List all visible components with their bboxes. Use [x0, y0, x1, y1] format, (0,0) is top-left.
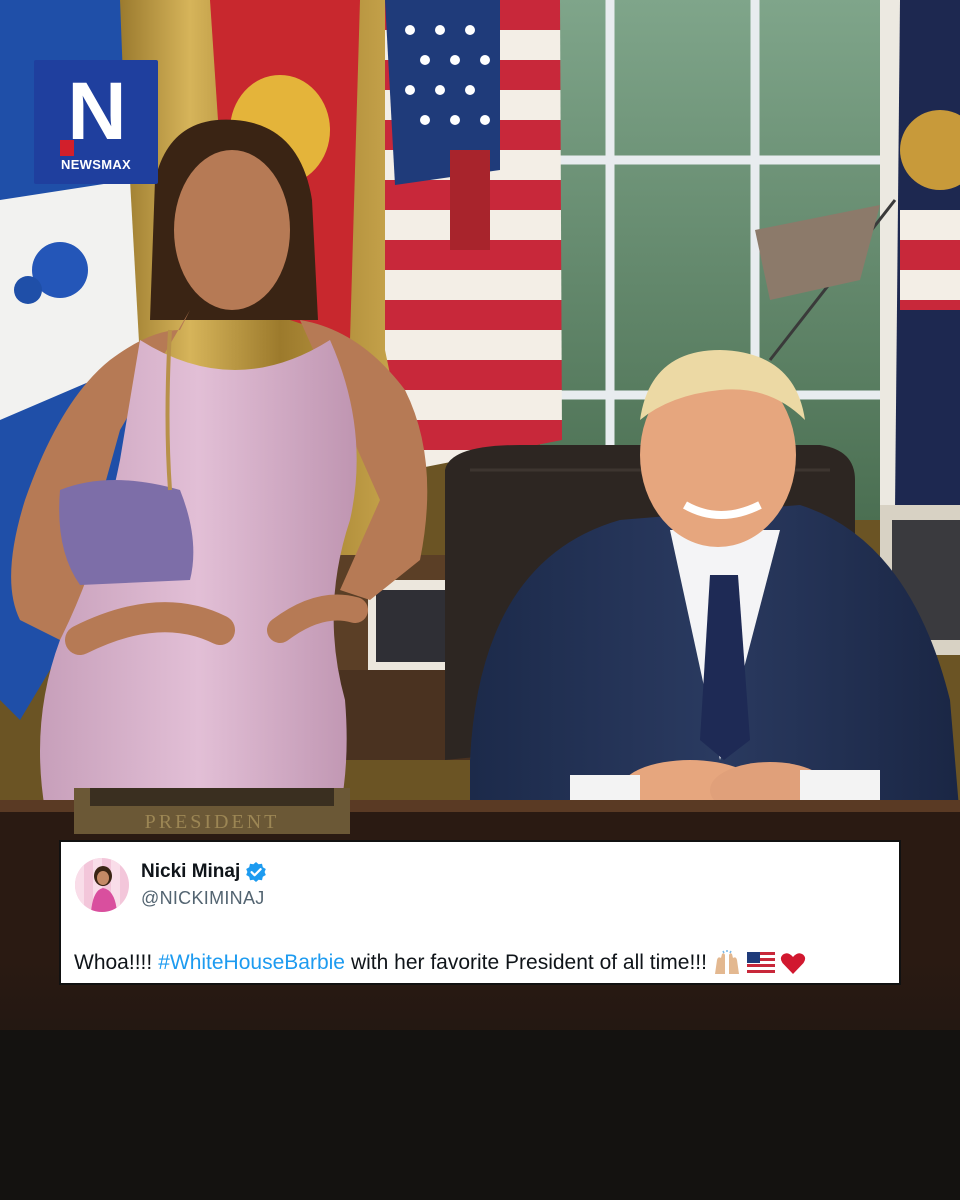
us-flag-icon [746, 952, 775, 974]
tweet-text-after: with her favorite President of all time!… [350, 951, 707, 974]
desk-plaque-text: PRESIDENT [145, 811, 280, 833]
avatar[interactable] [75, 858, 129, 912]
handle[interactable]: @NICKIMINAJ [141, 888, 265, 909]
logo-letter: N [67, 66, 126, 157]
logo-wordmark: NEWSMAX [61, 157, 131, 172]
tweet-author-row: Nicki Minaj [141, 859, 267, 885]
post-image: PRESIDENT N NEWSMAX Nicki Minaj @NICKIMI… [0, 0, 960, 1200]
tweet-text-before: Whoa!!!! [74, 951, 153, 974]
hashtag-link[interactable]: #WhiteHouseBarbie [158, 951, 345, 975]
tweet-card: Nicki Minaj @NICKIMINAJ Whoa!!!! #WhiteH… [59, 840, 901, 985]
raised-hands-icon [714, 950, 739, 974]
verified-badge-icon [246, 862, 267, 882]
tweet-text: Whoa!!!! #WhiteHouseBarbie with her favo… [74, 950, 806, 976]
red-heart-icon [780, 953, 806, 974]
display-name[interactable]: Nicki Minaj [141, 861, 240, 883]
newsmax-logo: N NEWSMAX [34, 60, 158, 184]
